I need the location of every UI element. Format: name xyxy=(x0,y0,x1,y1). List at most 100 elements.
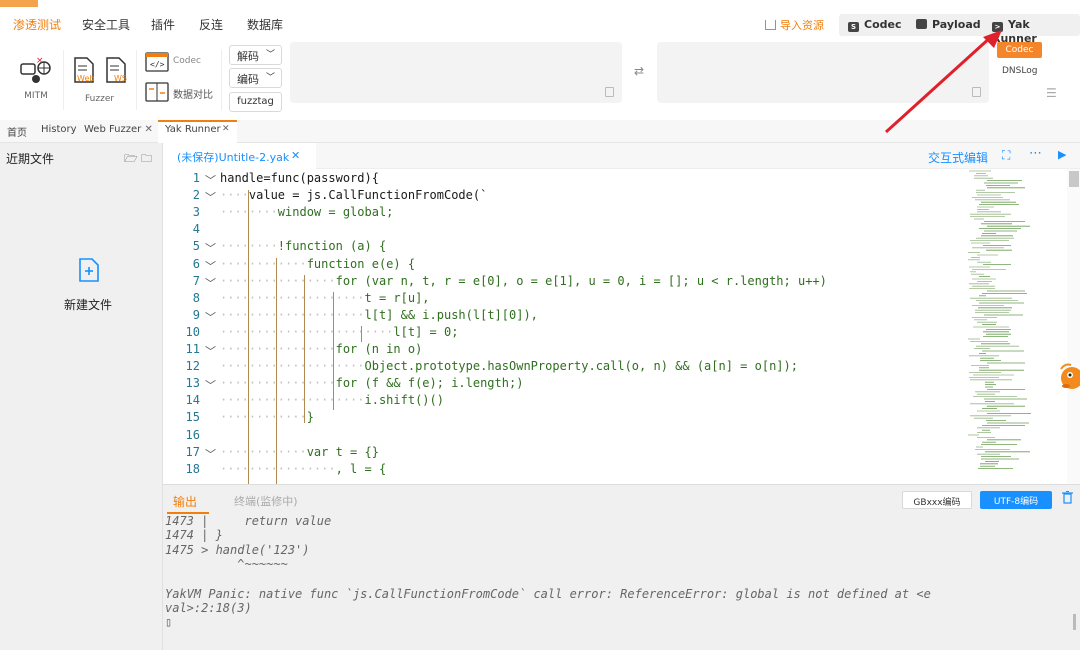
line-number: 2 xyxy=(192,188,200,203)
fold-chevron-icon[interactable]: ﹀ xyxy=(205,172,216,188)
close-icon[interactable]: ✕ xyxy=(144,124,152,135)
code-line: ····················i.shift()() xyxy=(220,393,444,408)
editor-scrollbar[interactable] xyxy=(1067,169,1080,484)
tab-yak-runner[interactable]: Yak Runner ✕ xyxy=(158,120,237,143)
codec-tool-label: Codec xyxy=(173,56,201,66)
gbk-encoding-button[interactable]: GBxxx编码 xyxy=(902,491,972,509)
close-icon[interactable]: ✕ xyxy=(222,124,230,134)
code-line: ············var t = {} xyxy=(220,444,379,459)
line-number: 15 xyxy=(185,410,200,425)
fold-chevron-icon[interactable]: ﹀ xyxy=(205,258,216,274)
output-line: YakVM Panic: native func `js.CallFunctio… xyxy=(165,587,931,601)
code-line: ························l[t] = 0; xyxy=(220,324,459,339)
import-icon xyxy=(765,20,776,30)
mitm-icon: × xyxy=(20,56,51,83)
mitm-tool[interactable]: × MITM xyxy=(17,54,55,101)
codec-input-panel[interactable] xyxy=(290,42,622,103)
divider xyxy=(136,50,137,110)
output-console[interactable]: 1473 | return value 1474 | } 1475 > hand… xyxy=(163,514,1080,650)
file-tab-label: (未保存)Untitle-2.yak xyxy=(177,151,290,164)
fold-chevron-icon[interactable]: ﹀ xyxy=(205,343,216,359)
line-number: 6 xyxy=(192,256,200,271)
web-fuzzer-tool[interactable]: Web xyxy=(73,56,95,87)
import-resource-label: 导入资源 xyxy=(780,19,824,32)
yak-mascot-icon[interactable] xyxy=(1056,361,1080,393)
line-number: 14 xyxy=(185,393,200,408)
utf8-encoding-button[interactable]: UTF-8编码 xyxy=(980,491,1052,509)
run-icon[interactable]: ▶ xyxy=(1058,148,1066,161)
tab-home[interactable]: 首页 xyxy=(7,124,27,139)
line-number: 7 xyxy=(192,273,200,288)
tab-yak-runner-label: Yak Runner xyxy=(165,124,221,135)
swap-icon[interactable]: ⇄ xyxy=(634,64,644,78)
decode-select[interactable]: 解码 ﹀ xyxy=(229,45,282,65)
import-resource-button[interactable]: 导入资源 xyxy=(765,17,824,33)
more-icon[interactable]: ⋯ xyxy=(1029,146,1042,161)
fuzztag-button[interactable]: fuzztag xyxy=(229,92,282,112)
output-panel-header: 输出 终端(监修中) GBxxx编码 UTF-8编码 xyxy=(163,484,1080,514)
close-icon[interactable]: ✕ xyxy=(291,149,300,162)
code-line: ················for (n in o) xyxy=(220,342,423,356)
line-number: 16 xyxy=(185,427,200,442)
fold-chevron-icon[interactable]: ﹀ xyxy=(205,189,216,205)
codec-tool-icon: </> xyxy=(145,52,169,72)
recent-files-sidebar: 近期文件 🗁 🗀 新建文件 xyxy=(0,143,163,650)
tab-terminal[interactable]: 终端(监修中) xyxy=(234,493,298,509)
line-number: 1 xyxy=(192,171,200,185)
compare-icon xyxy=(145,82,169,102)
copy-icon[interactable] xyxy=(605,87,614,97)
code-line: ················for (var n, t, r = e[0],… xyxy=(220,273,827,288)
fold-chevron-icon[interactable]: ﹀ xyxy=(205,377,216,393)
indent-guide xyxy=(304,275,305,423)
code-line: ················, l = { xyxy=(220,461,387,476)
fullscreen-icon[interactable]: ⛶ xyxy=(1002,148,1010,163)
new-folder-icon[interactable]: 🗀 xyxy=(141,150,152,169)
mitm-label: MITM xyxy=(24,91,48,101)
codec-tool[interactable]: </> Codec xyxy=(145,52,201,75)
chevron-down-icon: ﹀ xyxy=(265,50,275,60)
cursor: ▯ xyxy=(165,615,173,629)
chevron-down-icon: ﹀ xyxy=(265,73,275,83)
nav-tab-security-tools[interactable]: 安全工具 xyxy=(82,16,130,33)
output-line: 1475 > handle('123') xyxy=(165,543,310,557)
line-number: 17 xyxy=(185,444,200,459)
nav-tab-pentest[interactable]: 渗透测试 xyxy=(13,16,61,33)
data-compare-tool[interactable]: 数据对比 xyxy=(145,82,213,105)
ws-label: WS xyxy=(114,74,127,83)
fold-chevron-icon[interactable]: ﹀ xyxy=(205,309,216,325)
compare-label: 数据对比 xyxy=(173,90,213,101)
nav-tab-plugins[interactable]: 插件 xyxy=(151,16,175,33)
fold-chevron-icon[interactable]: ﹀ xyxy=(205,240,216,256)
line-number: 3 xyxy=(192,205,200,220)
ws-fuzzer-tool[interactable]: WS xyxy=(105,56,127,87)
line-number: 4 xyxy=(192,222,200,237)
fold-chevron-icon[interactable]: ﹀ xyxy=(205,446,216,462)
code-line: ········!function (a) { xyxy=(220,239,387,254)
output-line: 1474 | } xyxy=(165,528,223,542)
nav-tab-reverse[interactable]: 反连 xyxy=(199,16,223,33)
fold-chevron-icon[interactable]: ﹀ xyxy=(205,275,216,291)
code-line: handle=func(password){ xyxy=(220,171,379,185)
line-number: 12 xyxy=(185,359,200,374)
tab-web-fuzzer-label: Web Fuzzer xyxy=(84,124,142,135)
tab-web-fuzzer[interactable]: Web Fuzzer ✕ xyxy=(84,124,153,135)
line-number: 9 xyxy=(192,307,200,322)
tab-output[interactable]: 输出 xyxy=(173,493,197,510)
web-label: Web xyxy=(77,74,95,83)
output-line: 1473 | return value xyxy=(165,514,332,528)
encode-select[interactable]: 编码 ﹀ xyxy=(229,68,282,88)
scrollbar-thumb[interactable] xyxy=(1069,171,1079,187)
code-minimap[interactable] xyxy=(963,169,1063,484)
line-number: 13 xyxy=(185,376,200,391)
sort-icon[interactable]: ☰ xyxy=(1046,86,1057,100)
trash-icon[interactable] xyxy=(1062,491,1073,507)
output-scrollbar[interactable] xyxy=(1073,614,1076,630)
interactive-edit-button[interactable]: 交互式编辑 xyxy=(928,149,988,166)
code-editor[interactable]: 1 ﹀ handle=func(password){2 ﹀ ····value = js… xyxy=(163,169,1080,484)
new-file-icon[interactable] xyxy=(78,257,100,286)
tab-history[interactable]: History xyxy=(41,124,77,135)
open-folder-icon[interactable]: 🗁 xyxy=(124,150,138,169)
file-tab[interactable]: (未保存)Untitle-2.yak ✕ xyxy=(163,143,316,169)
new-file-button[interactable]: 新建文件 xyxy=(64,296,112,313)
nav-tab-database[interactable]: 数据库 xyxy=(247,16,283,33)
